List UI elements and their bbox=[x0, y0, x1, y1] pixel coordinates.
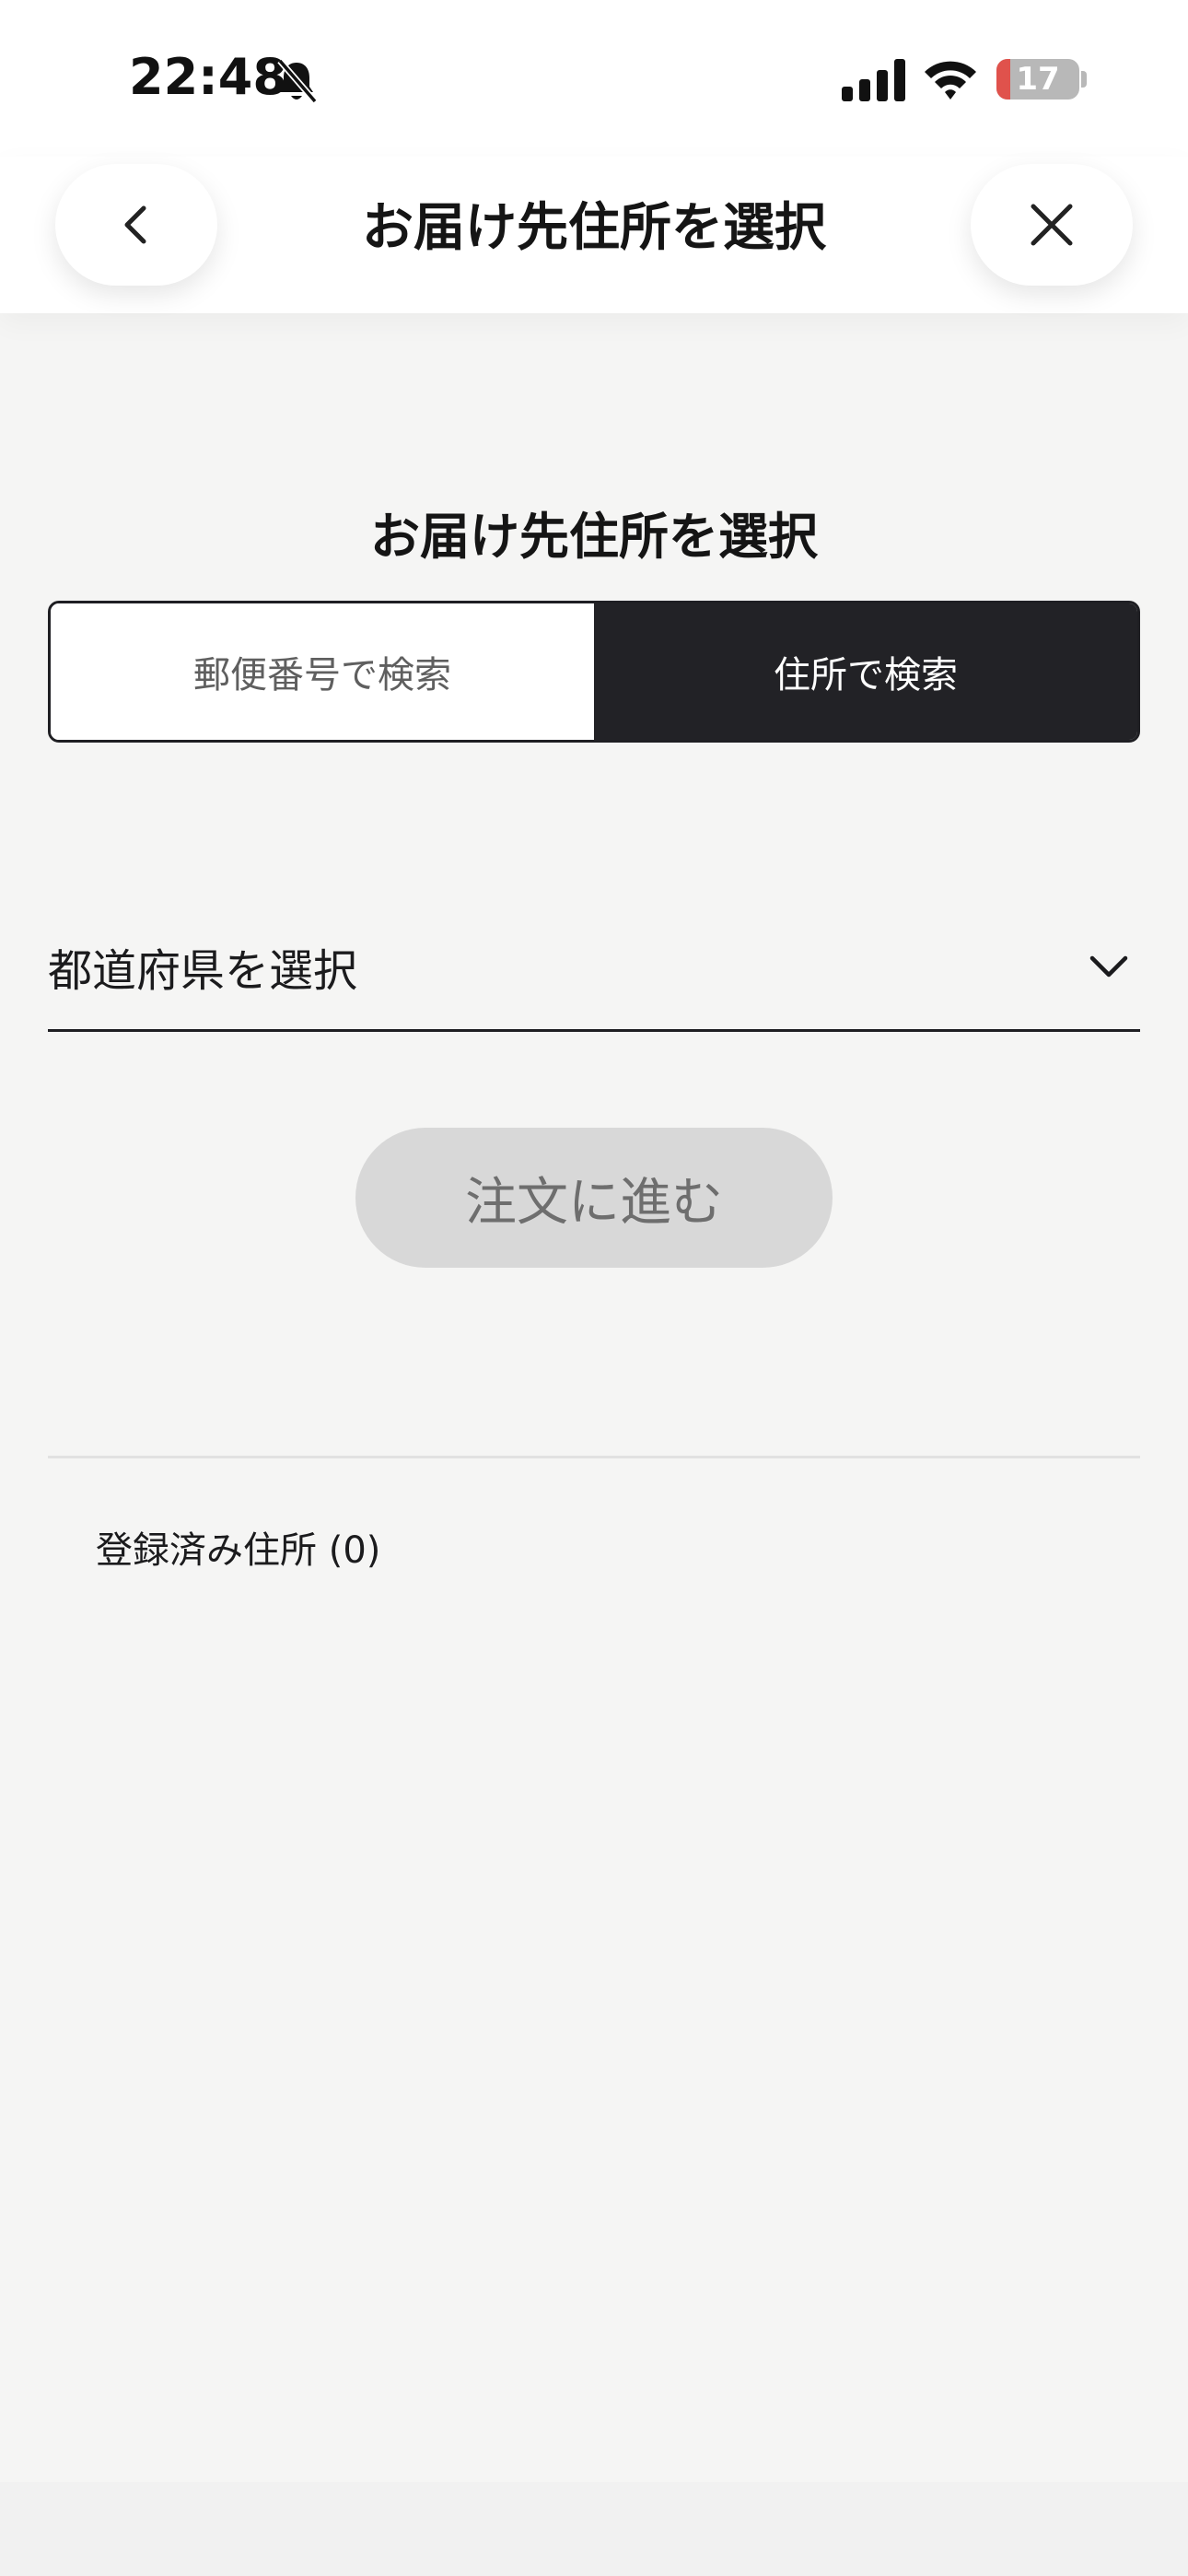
tab-address-search[interactable]: 住所で検索 bbox=[594, 603, 1137, 740]
tab-postal-code-search[interactable]: 郵便番号で検索 bbox=[51, 603, 594, 740]
search-mode-tabs: 郵便番号で検索 住所で検索 bbox=[48, 601, 1140, 743]
close-button[interactable] bbox=[971, 164, 1133, 286]
divider bbox=[48, 1456, 1140, 1458]
battery-nub bbox=[1081, 71, 1087, 88]
top-bar: お届け先住所を選択 bbox=[0, 157, 1188, 313]
bell-slash-icon bbox=[277, 58, 318, 104]
section-title: お届け先住所を選択 bbox=[370, 508, 818, 566]
chevron-down-icon bbox=[1089, 955, 1128, 978]
battery-level: 17 bbox=[1016, 61, 1060, 98]
proceed-to-order-button[interactable]: 注文に進む bbox=[355, 1128, 833, 1268]
cellular-signal-icon bbox=[842, 59, 905, 101]
saved-addresses-label[interactable]: 登録済み住所 (0) bbox=[96, 1520, 380, 1574]
close-icon bbox=[1031, 204, 1073, 246]
prefecture-select[interactable]: 都道府県を選択 bbox=[48, 912, 1140, 1032]
wifi-icon bbox=[925, 61, 976, 100]
battery-icon: 17 bbox=[996, 59, 1079, 100]
bottom-safe-area bbox=[0, 2482, 1188, 2576]
status-bar: 22:48 17 bbox=[0, 0, 1188, 157]
status-time: 22:48 bbox=[129, 48, 287, 106]
prefecture-select-value: 都道府県を選択 bbox=[48, 945, 358, 997]
